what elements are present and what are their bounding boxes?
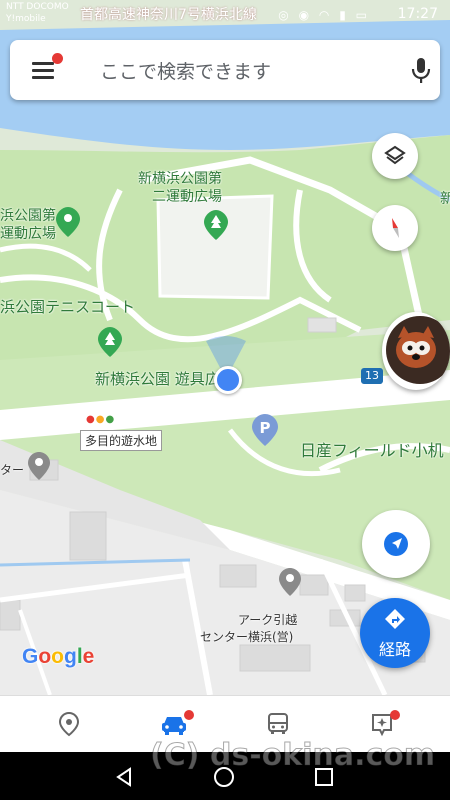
google-logo: Google — [22, 645, 94, 669]
compass-button[interactable] — [372, 205, 418, 251]
road-name-label: 首都高速神奈川7号横浜北線 — [80, 7, 257, 23]
label-tennis: 浜公園テニスコート — [0, 298, 136, 316]
navigation-arrow-icon — [384, 532, 408, 556]
location-status-icon: ◎ — [278, 8, 292, 22]
tab-explore[interactable] — [13, 696, 125, 752]
for-you-badge — [390, 710, 400, 720]
search-input[interactable]: ここで検索できます — [100, 57, 271, 84]
traffic-light-icon: ●●● — [86, 414, 116, 425]
my-location-dot[interactable] — [214, 366, 242, 394]
layers-icon — [384, 145, 406, 165]
label-nissan-field: 日産フィールド小机 — [300, 441, 444, 460]
microphone-icon[interactable] — [406, 54, 436, 86]
hamburger-icon — [32, 62, 54, 65]
label-ark-line2: センター横浜(営) — [200, 630, 294, 644]
location-pin-icon — [58, 711, 80, 737]
logo-letter: o — [51, 645, 64, 668]
layers-button[interactable] — [372, 133, 418, 179]
label-field1-line1: 浜公園第 — [0, 208, 56, 224]
directions-button[interactable]: 経路 — [360, 598, 430, 668]
eye-comfort-icon: ◉ — [298, 8, 313, 22]
label-ark-line1: アーク引越 — [238, 613, 298, 627]
label-field1-line2: 運動広場 — [0, 226, 56, 242]
place-pin-icon[interactable] — [28, 452, 50, 480]
label-reservoir: 多目的遊水地 — [80, 430, 163, 451]
parking-pin-icon[interactable]: P — [252, 414, 278, 446]
label-field2-line1: 新横浜公園第 — [138, 171, 222, 187]
red-panda-photo — [386, 316, 450, 384]
clock: 17:27 — [397, 6, 438, 22]
battery-icon: ▭ — [355, 8, 370, 22]
park-pin-icon[interactable] — [56, 207, 80, 237]
status-bar: NTT DOCOMO Y!mobile 首都高速神奈川7号横浜北線 ◎ ◉ ◠ … — [0, 0, 450, 34]
logo-letter: g — [64, 645, 77, 668]
label-center-cut: ター — [0, 463, 25, 477]
park-pin-icon[interactable] — [204, 210, 228, 240]
svg-text:P: P — [260, 419, 271, 437]
avatar[interactable] — [382, 312, 450, 390]
compass-icon — [392, 218, 399, 238]
directions-label: 経路 — [378, 640, 411, 659]
signal-icon: ▮ — [339, 8, 349, 22]
status-icons: ◎ ◉ ◠ ▮ ▭ — [278, 8, 370, 22]
wifi-icon: ◠ — [318, 8, 333, 22]
logo-letter: o — [38, 645, 52, 668]
place-pin-icon[interactable] — [279, 568, 301, 596]
carrier-primary: NTT DOCOMO — [6, 2, 69, 12]
label-field2-line2: 二運動広場 — [152, 189, 222, 205]
map-canvas[interactable]: 新横浜公園第 二運動広場 浜公園第 運動広場 浜公園テニスコート 新横浜公園 遊… — [0, 0, 450, 695]
label-edge: 新 — [440, 191, 450, 207]
logo-letter: e — [82, 645, 95, 668]
notification-badge — [52, 53, 63, 64]
logo-letter: G — [22, 645, 39, 668]
carrier-secondary: Y!mobile — [6, 14, 46, 24]
driving-badge — [184, 710, 194, 720]
watermark: (C) ds-okina.com — [149, 738, 436, 774]
directions-icon — [385, 609, 405, 629]
road-number-badge: 13 — [361, 368, 383, 384]
back-icon[interactable] — [113, 766, 135, 788]
park-pin-icon[interactable] — [98, 327, 122, 357]
bus-icon — [268, 713, 288, 734]
search-bar[interactable]: ここで検索できます — [10, 40, 440, 100]
my-location-button[interactable] — [362, 510, 430, 578]
